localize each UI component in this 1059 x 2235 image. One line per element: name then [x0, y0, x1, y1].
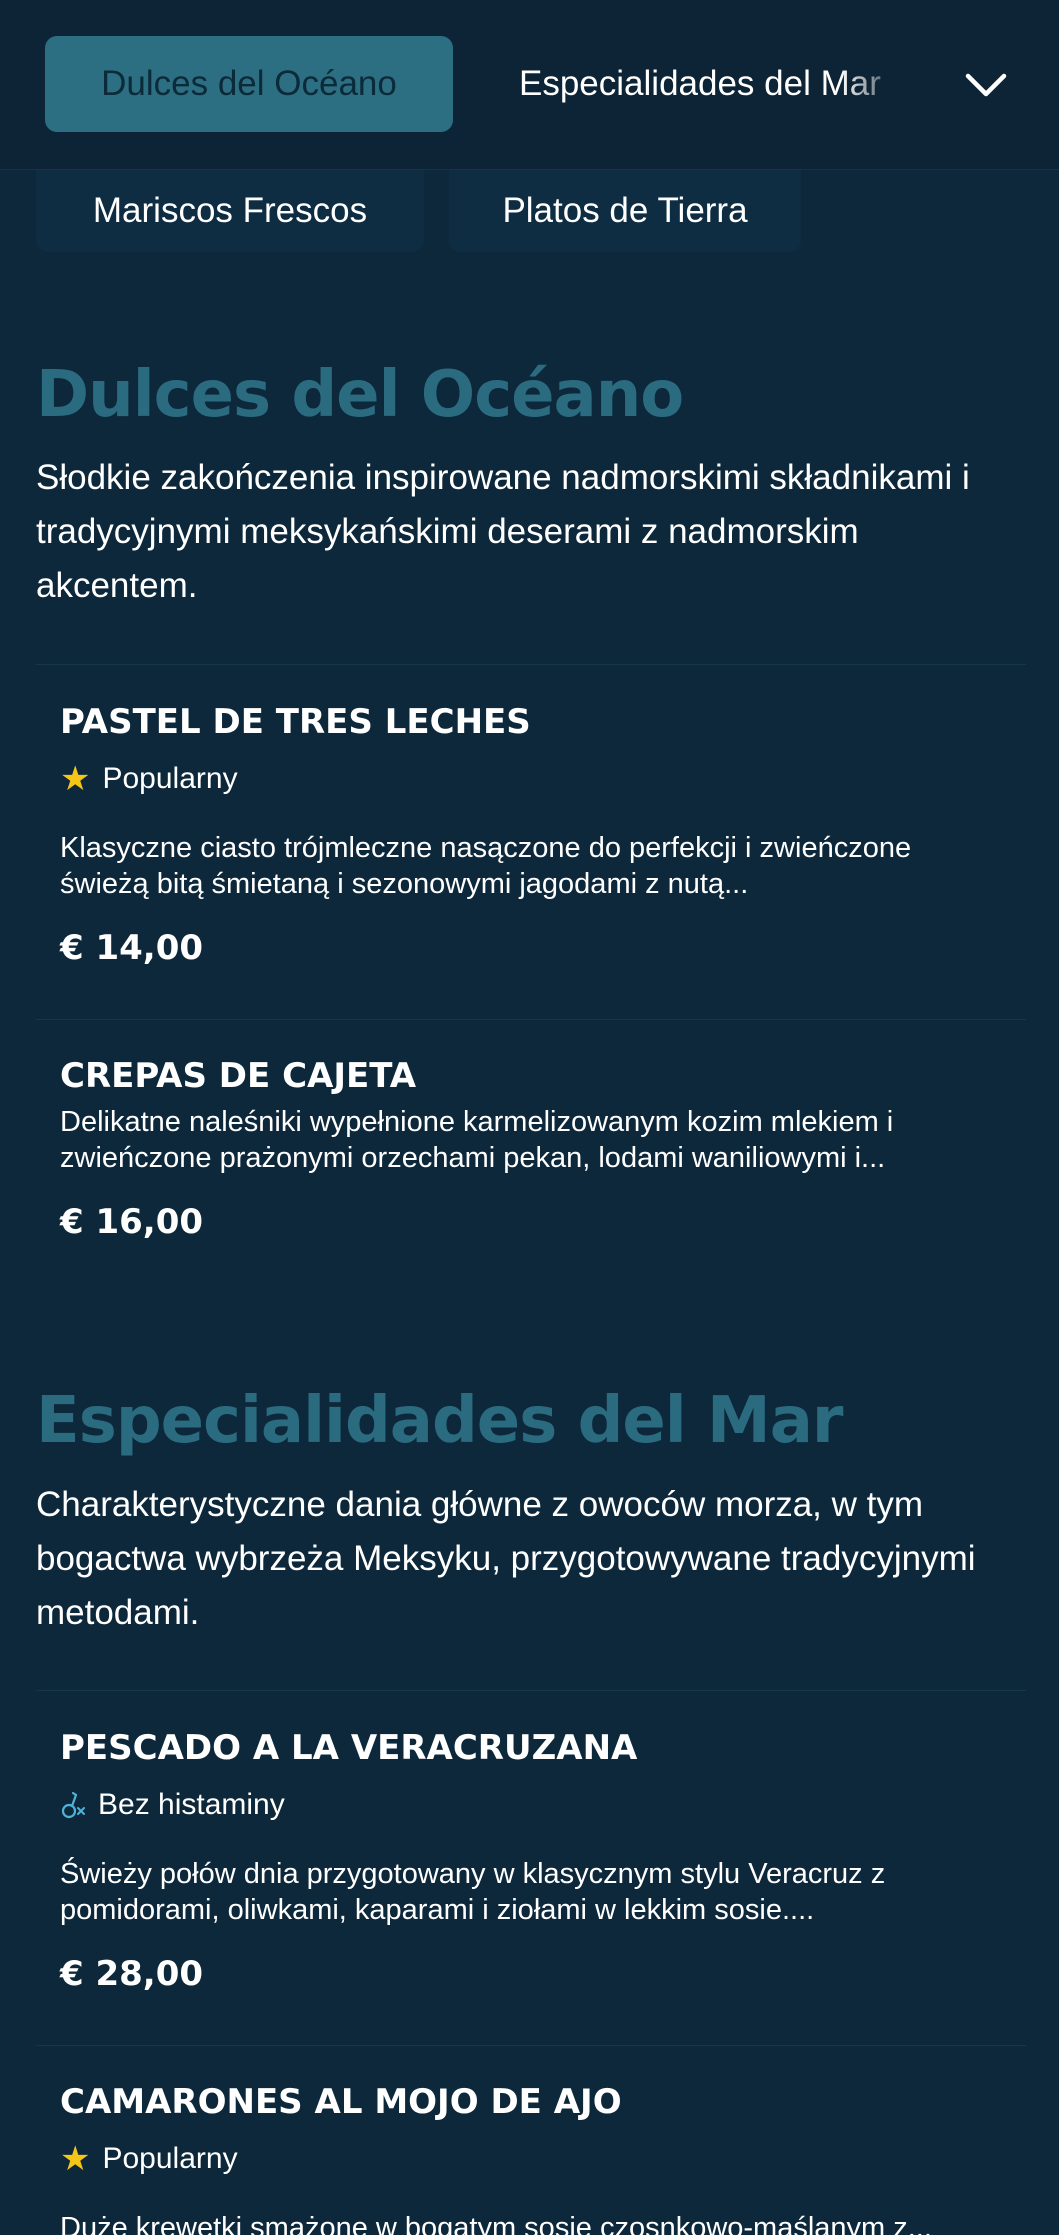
tab-overflow-fade — [840, 36, 920, 132]
menu-item-badge-label: Popularny — [102, 2142, 238, 2175]
category-tab-label: Especialidades del Mar — [519, 64, 881, 103]
menu-item-description: Duże krewetki smażone w bogatym sosie cz… — [60, 2212, 932, 2235]
histamine-free-icon — [61, 1791, 85, 1819]
category-tab-label: Mariscos Frescos — [92, 191, 368, 230]
menu-item-badge: ★ Popularny — [60, 2142, 1000, 2176]
menu-item-name: PASTEL DE TRES LECHES — [60, 702, 531, 742]
category-tab-mariscos[interactable]: Mariscos Frescos — [36, 170, 424, 252]
category-nav: Dulces del Océano Especialidades del Mar — [0, 0, 1059, 170]
menu-item-description: Klasyczne ciasto trójmleczne nasączone d… — [60, 832, 912, 900]
menu-item-description: Delikatne naleśniki wypełnione karmelizo… — [60, 1106, 894, 1174]
star-icon: ★ — [60, 2140, 91, 2178]
divider — [36, 2045, 1026, 2046]
menu-item[interactable]: CREPAS DE CAJETA Delikatne naleśniki wyp… — [60, 1056, 1000, 1242]
menu-item[interactable]: PASTEL DE TRES LECHES ★ Popularny Klasyc… — [60, 702, 1000, 968]
menu-item-name: CREPAS DE CAJETA — [60, 1056, 417, 1096]
menu-item-name: PESCADO A LA VERACRUZANA — [60, 1728, 638, 1768]
menu-item[interactable]: PESCADO A LA VERACRUZANA Bez histaminy Ś… — [60, 1728, 1000, 1994]
category-tab-dulces[interactable]: Dulces del Océano — [45, 36, 453, 132]
divider — [36, 1019, 1026, 1020]
menu-item-badge-label: Bez histaminy — [98, 1788, 285, 1821]
divider — [36, 664, 1026, 665]
section-title: Dulces del Océano — [36, 358, 684, 432]
section-description: Charakterystyczne dania główne z owoców … — [36, 1485, 976, 1632]
menu-item-badge: Bez histaminy — [60, 1788, 1000, 1822]
chevron-down-icon[interactable] — [958, 57, 1014, 113]
menu-item-description: Świeży połów dnia przygotowany w klasycz… — [60, 1858, 886, 1926]
category-tab-platos[interactable]: Platos de Tierra — [449, 170, 801, 252]
menu-item-price: € 28,00 — [60, 1954, 204, 1994]
category-nav-row-2: Mariscos Frescos Platos de Tierra — [0, 170, 1059, 270]
menu-item-price: € 14,00 — [60, 928, 204, 968]
section-description: Słodkie zakończenia inspirowane nadmorsk… — [36, 458, 970, 605]
category-tab-label: Platos de Tierra — [502, 191, 748, 230]
menu-item-badge: ★ Popularny — [60, 762, 1000, 796]
menu-item-name: CAMARONES AL MOJO DE AJO — [60, 2082, 622, 2122]
divider — [36, 1690, 1026, 1691]
section-title: Especialidades del Mar — [36, 1384, 843, 1458]
menu-item-price: € 16,00 — [60, 1202, 204, 1242]
menu-page: Dulces del Océano Especialidades del Mar… — [0, 0, 1059, 2235]
star-icon: ★ — [60, 760, 91, 798]
menu-item-badge-label: Popularny — [102, 762, 238, 795]
category-tab-label: Dulces del Océano — [101, 64, 397, 103]
menu-item[interactable]: CAMARONES AL MOJO DE AJO ★ Popularny Duż… — [60, 2082, 1000, 2235]
